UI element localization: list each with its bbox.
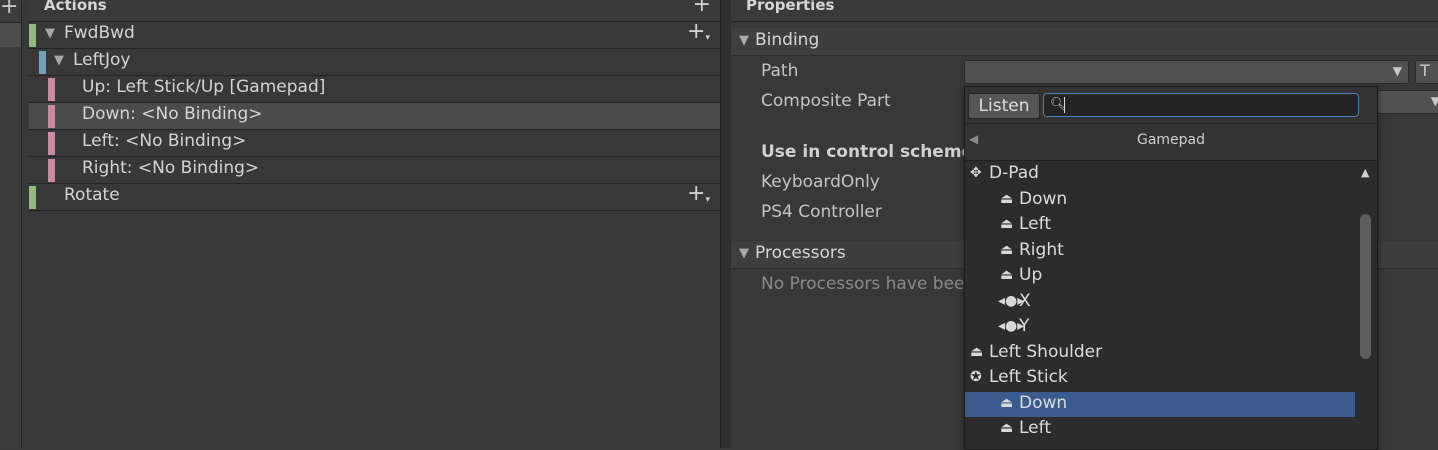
control-path-popup: Listen 🔍︎ ◀ Gamepad ✥ D-Pad ⏏ Down ⏏ Lef… xyxy=(964,86,1378,450)
list-item[interactable]: ◂●▸ Y xyxy=(965,315,1355,340)
list-item[interactable]: ✪ Left Stick xyxy=(965,366,1355,391)
add-binding-button[interactable]: +▾ xyxy=(687,181,710,206)
stick-icon: ✪ xyxy=(970,369,982,385)
actions-panel: Actions + ▼ FwdBwd +▾ ▼ LeftJoy Up: Left… xyxy=(29,0,720,448)
item-label: Left xyxy=(1019,214,1051,234)
item-label: Up xyxy=(1019,265,1043,285)
list-item[interactable]: ⏏ Down xyxy=(965,188,1355,213)
item-label: Right xyxy=(1019,239,1064,260)
scheme-ps4-controller[interactable]: PS4 Controller xyxy=(761,202,882,222)
list-item-selected[interactable]: ⏏ Down xyxy=(965,391,1355,417)
list-item[interactable]: ⏏ Up xyxy=(965,264,1355,289)
dropdown-arrow-icon: ▼ xyxy=(1430,94,1438,108)
path-text-mode-button[interactable]: T xyxy=(1415,60,1438,84)
binding-label: Left: <No Binding> xyxy=(82,131,247,151)
item-label: Left Shoulder xyxy=(989,341,1103,362)
text-caret xyxy=(1064,97,1065,113)
collapse-triangle-icon[interactable]: ▼ xyxy=(739,33,749,48)
control-list: ✥ D-Pad ⏏ Down ⏏ Left ⏏ Right ⏏ Up ◂●▸ X… xyxy=(965,162,1355,449)
list-item[interactable]: ⏏ Left xyxy=(965,213,1355,238)
binding-color-bar xyxy=(48,105,55,128)
binding-label: Down: <No Binding> xyxy=(82,104,263,124)
button-icon: ⏏ xyxy=(1000,190,1014,207)
binding-row-up[interactable]: Up: Left Stick/Up [Gamepad] xyxy=(29,76,720,103)
composite-color-bar xyxy=(39,51,46,74)
path-dropdown[interactable]: ▼ xyxy=(964,60,1409,84)
expand-triangle-icon[interactable]: ▼ xyxy=(45,26,55,41)
list-item[interactable]: ⏏ Left Shoulder xyxy=(965,341,1355,366)
composite-part-label: Composite Part xyxy=(761,91,891,111)
properties-title: Properties xyxy=(746,0,835,14)
add-icon[interactable]: + xyxy=(0,0,18,19)
binding-section-header[interactable]: ▼ Binding xyxy=(731,28,1438,56)
item-label: Down xyxy=(1019,392,1068,413)
binding-color-bar xyxy=(48,78,55,101)
actions-header: Actions + xyxy=(29,0,720,22)
item-label: Y xyxy=(1019,316,1030,336)
t-button-label: T xyxy=(1420,61,1430,80)
actions-title: Actions xyxy=(44,0,107,14)
item-label: Down xyxy=(1019,188,1068,209)
binding-color-bar xyxy=(48,132,55,155)
button-icon: ⏏ xyxy=(1000,394,1014,411)
scheme-keyboardonly[interactable]: KeyboardOnly xyxy=(761,172,880,192)
button-icon: ⏏ xyxy=(1000,216,1014,232)
item-label: Left xyxy=(1019,418,1051,438)
expand-triangle-icon[interactable]: ▼ xyxy=(54,53,64,68)
left-edge-panel: + xyxy=(0,0,22,448)
control-scheme-label: Use in control scheme xyxy=(761,142,974,162)
list-item[interactable]: ⏏ Right xyxy=(965,239,1355,264)
binding-color-bar xyxy=(48,159,55,182)
binding-label: Right: <No Binding> xyxy=(82,158,260,178)
binding-label: Up: Left Stick/Up [Gamepad] xyxy=(82,77,326,97)
composite-row-leftjoy[interactable]: ▼ LeftJoy xyxy=(29,49,720,76)
action-label: Rotate xyxy=(64,185,120,205)
dpad-icon: ✥ xyxy=(970,165,982,181)
properties-header: Properties xyxy=(731,0,1438,22)
path-label: Path xyxy=(761,61,799,81)
action-row-rotate[interactable]: Rotate +▾ xyxy=(29,181,720,211)
popup-breadcrumb: ◀ Gamepad xyxy=(965,124,1377,161)
button-icon: ⏏ xyxy=(970,343,984,360)
action-label: FwdBwd xyxy=(64,23,135,43)
search-input[interactable]: 🔍︎ xyxy=(1043,93,1359,117)
list-item[interactable]: ◂●▸ X xyxy=(965,290,1355,315)
binding-row-right[interactable]: Right: <No Binding> xyxy=(29,157,720,184)
listen-button[interactable]: Listen xyxy=(968,93,1040,119)
item-label: X xyxy=(1019,290,1031,311)
list-item[interactable]: ✥ D-Pad xyxy=(965,162,1355,187)
list-item[interactable]: ⏏ Left xyxy=(965,417,1355,442)
scrollbar-thumb[interactable] xyxy=(1360,214,1371,359)
binding-row-left[interactable]: Left: <No Binding> xyxy=(29,130,720,157)
button-icon: ⏏ xyxy=(1000,267,1014,283)
popup-toolbar: Listen 🔍︎ xyxy=(965,87,1377,124)
scroll-up-arrow-icon[interactable]: ▲ xyxy=(1361,166,1369,179)
add-binding-button[interactable]: +▾ xyxy=(687,19,710,44)
binding-row-down[interactable]: Down: <No Binding> xyxy=(29,103,720,130)
item-label: D-Pad xyxy=(989,163,1039,183)
composite-label: LeftJoy xyxy=(73,50,131,70)
scrollbar[interactable]: ▲ xyxy=(1355,162,1377,449)
action-color-bar xyxy=(29,186,36,209)
collapse-triangle-icon[interactable]: ▼ xyxy=(739,246,749,261)
add-action-button[interactable]: + xyxy=(693,0,711,17)
no-processors-text: No Processors have bee xyxy=(761,274,965,294)
action-color-bar xyxy=(29,24,36,47)
processors-section-label: Processors xyxy=(755,243,846,263)
left-edge-selected-row[interactable] xyxy=(0,23,21,47)
breadcrumb-label: Gamepad xyxy=(1136,132,1206,148)
dropdown-arrow-icon: ▼ xyxy=(1392,64,1402,78)
item-label: Left Stick xyxy=(989,367,1068,387)
button-icon: ⏏ xyxy=(1000,420,1014,436)
binding-section-label: Binding xyxy=(755,30,820,50)
action-row-fwdbwd[interactable]: ▼ FwdBwd +▾ xyxy=(29,19,720,49)
button-icon: ⏏ xyxy=(1000,241,1014,258)
